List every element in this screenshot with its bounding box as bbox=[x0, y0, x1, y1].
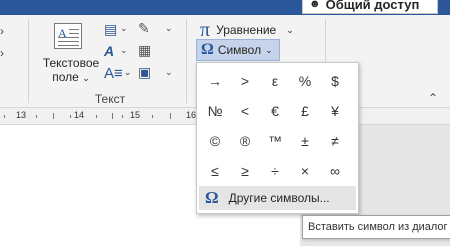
line-icon bbox=[58, 41, 79, 42]
symbol-button[interactable]: Ω Символ ⌄ bbox=[196, 39, 280, 61]
more-symbols-item[interactable]: Ω Другие символы... bbox=[199, 186, 356, 210]
more-symbols-label: Другие символы... bbox=[228, 191, 330, 205]
chevron-down-icon[interactable]: ⌄ bbox=[124, 67, 132, 78]
line-icon bbox=[69, 29, 79, 30]
textbox-label-line1: Текстовое bbox=[42, 56, 100, 70]
dropcap-icon[interactable]: A≡ bbox=[104, 65, 123, 82]
ruler-tick bbox=[112, 113, 113, 119]
symbol-cell[interactable]: £ bbox=[290, 96, 320, 126]
symbol-cell[interactable]: > bbox=[230, 66, 260, 96]
ruler-tick bbox=[36, 115, 37, 118]
ruler-tick bbox=[122, 115, 123, 118]
chevron-down-icon[interactable]: ⌄ bbox=[120, 45, 128, 56]
omega-icon: Ω bbox=[205, 188, 219, 207]
ruler-number: 15 bbox=[130, 110, 141, 120]
symbol-label: Символ bbox=[217, 43, 262, 57]
symbol-cell[interactable]: % bbox=[290, 66, 320, 96]
ruler-tick bbox=[152, 115, 153, 118]
symbol-cell[interactable]: ∞ bbox=[320, 156, 350, 186]
person-icon: ☻ bbox=[309, 0, 321, 10]
ruler-tick bbox=[53, 113, 54, 119]
quick-parts-icon[interactable]: ▤ bbox=[104, 21, 117, 38]
chevron-down-icon[interactable]: ⌄ bbox=[165, 23, 173, 34]
textbox-label-line2: поле bbox=[52, 70, 79, 84]
share-button[interactable]: ☻ Общий доступ bbox=[302, 0, 438, 14]
symbol-dropdown: → > ε % $ № < € £ ¥ © ® ™ ± ≠ ≤ ≥ ÷ × ∞ … bbox=[196, 62, 359, 214]
symbol-cell[interactable]: ¥ bbox=[320, 96, 350, 126]
symbol-cell[interactable]: € bbox=[260, 96, 290, 126]
equation-button[interactable]: π Уравнение ⌄ bbox=[200, 19, 294, 41]
omega-icon: Ω bbox=[201, 41, 214, 58]
symbol-cell[interactable]: ε bbox=[260, 66, 290, 96]
symbol-grid: → > ε % $ № < € £ ¥ © ® ™ ± ≠ ≤ ≥ ÷ × ∞ bbox=[200, 66, 350, 186]
chevron-down-icon: ⌄ bbox=[286, 24, 294, 35]
line-icon bbox=[69, 33, 79, 34]
line-icon bbox=[58, 37, 79, 38]
group-separator bbox=[186, 19, 187, 103]
symbol-cell[interactable]: ÷ bbox=[260, 156, 290, 186]
prev-group-chevron-icon[interactable]: › bbox=[0, 46, 4, 60]
group-separator bbox=[28, 19, 29, 103]
equation-label: Уравнение bbox=[216, 23, 277, 37]
ruler-number: 14 bbox=[74, 110, 85, 120]
textbox-button[interactable]: Текстовое поле ⌄ bbox=[38, 56, 104, 85]
symbol-cell[interactable]: ± bbox=[290, 126, 320, 156]
symbol-cell[interactable]: $ bbox=[320, 66, 350, 96]
date-time-icon[interactable]: ▦ bbox=[138, 42, 151, 59]
chevron-down-icon[interactable]: ⌄ bbox=[120, 23, 128, 34]
line-icon bbox=[58, 45, 79, 46]
letter-a-icon: A bbox=[58, 26, 67, 40]
textbox-icon[interactable]: A bbox=[54, 23, 82, 49]
ruler-number: 16 bbox=[186, 110, 197, 120]
chevron-down-icon: ⌄ bbox=[82, 73, 90, 83]
wordart-icon[interactable]: A bbox=[104, 43, 114, 59]
chevron-down-icon[interactable]: ⌄ bbox=[165, 67, 173, 78]
collapse-ribbon-icon[interactable]: ⌃ bbox=[428, 91, 438, 105]
symbol-cell[interactable]: © bbox=[200, 126, 230, 156]
ruler-tick bbox=[4, 115, 5, 118]
symbol-cell[interactable]: ® bbox=[230, 126, 260, 156]
ruler-tick bbox=[170, 113, 171, 119]
tooltip: Вставить символ из диалог bbox=[302, 215, 450, 239]
symbol-cell[interactable]: < bbox=[230, 96, 260, 126]
symbol-cell[interactable]: → bbox=[200, 66, 230, 96]
symbol-cell[interactable]: № bbox=[200, 96, 230, 126]
title-bar: ☻ Общий доступ bbox=[0, 0, 450, 15]
ruler-tick bbox=[96, 115, 97, 118]
chevron-down-icon: ⌄ bbox=[265, 44, 273, 55]
ruler-number: 13 bbox=[16, 110, 27, 120]
symbol-cell[interactable]: × bbox=[290, 156, 320, 186]
signature-line-icon[interactable]: ✎ bbox=[138, 20, 150, 37]
symbol-cell[interactable]: ≠ bbox=[320, 126, 350, 156]
object-icon[interactable]: ▣ bbox=[138, 64, 151, 81]
symbol-cell[interactable]: ≤ bbox=[200, 156, 230, 186]
ruler-tick bbox=[70, 115, 71, 118]
share-label: Общий доступ bbox=[325, 0, 420, 12]
group-label-text: Текст bbox=[94, 92, 126, 106]
symbol-cell[interactable]: ™ bbox=[260, 126, 290, 156]
prev-group-chevron-icon[interactable]: › bbox=[0, 24, 4, 38]
symbol-cell[interactable]: ≥ bbox=[230, 156, 260, 186]
